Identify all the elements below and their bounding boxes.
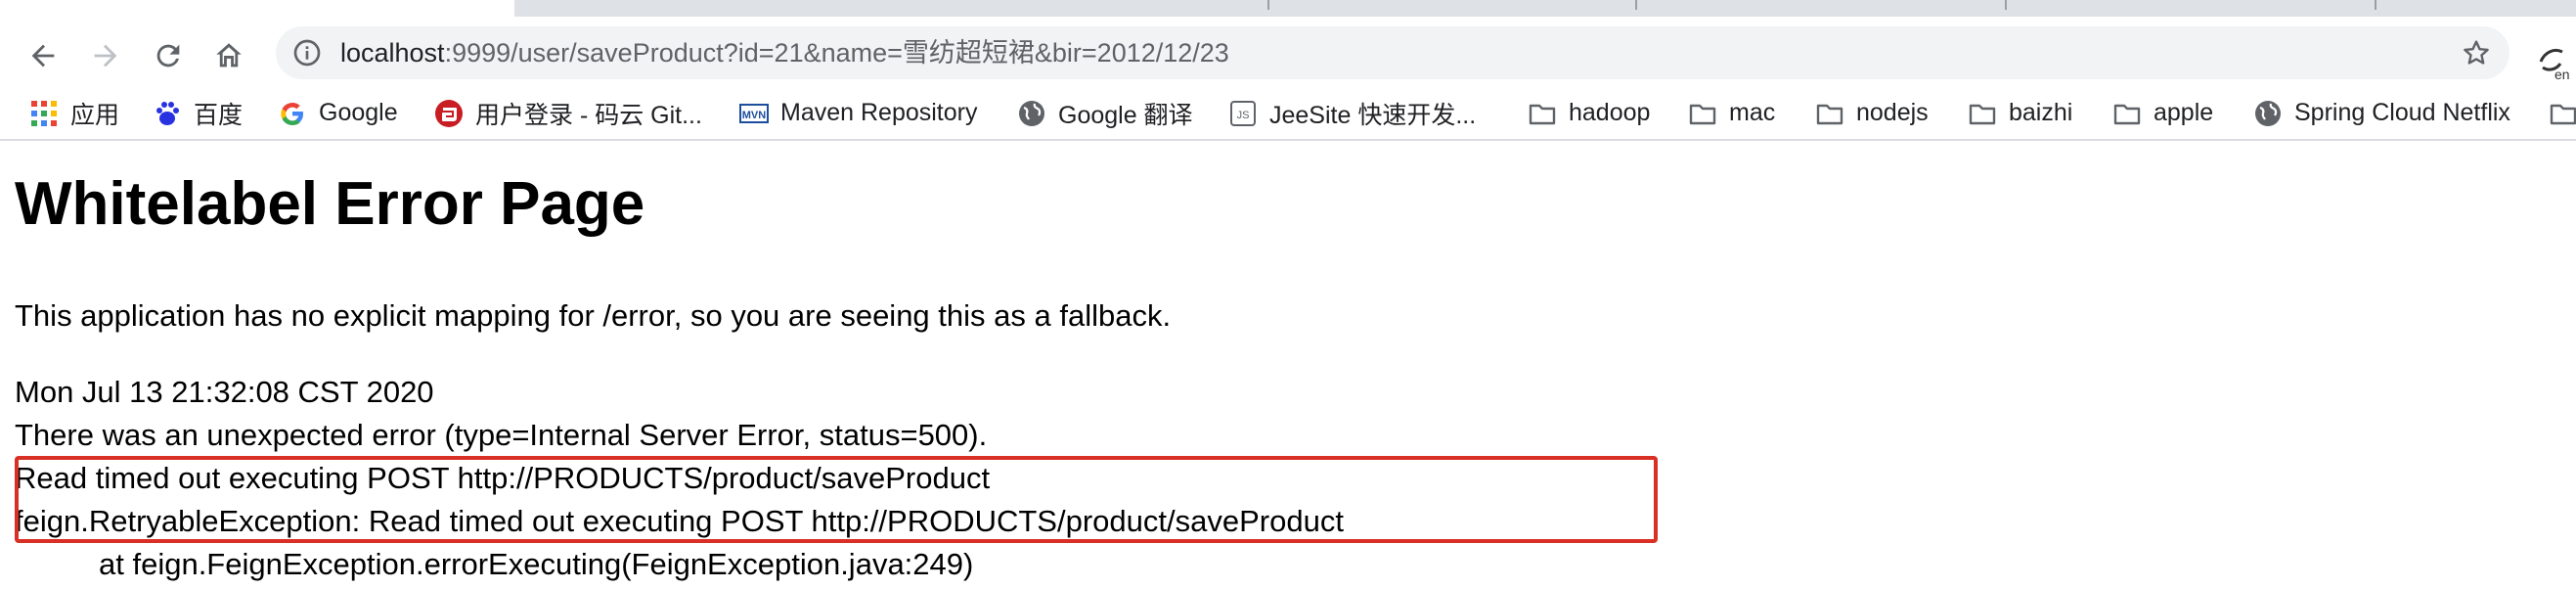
- bookmark-label: Maven Repository: [780, 99, 978, 126]
- address-bar[interactable]: localhost:9999/user/saveProduct?id=21&na…: [276, 26, 2509, 79]
- home-button[interactable]: [207, 34, 250, 77]
- tab-separator: [2375, 0, 2376, 10]
- bookmark-label: nodejs: [1856, 99, 1929, 126]
- globe-icon: [2255, 100, 2281, 126]
- bookmark-folder-nodejs[interactable]: nodejs: [1815, 87, 1929, 139]
- translate-extension-icon[interactable]: en: [2535, 38, 2576, 81]
- forward-button[interactable]: [84, 34, 127, 77]
- folder-icon: [1816, 104, 1843, 124]
- bookmark-label: baizhi: [2009, 99, 2073, 126]
- reload-button[interactable]: [147, 34, 190, 77]
- gitee-icon: [435, 99, 463, 127]
- back-arrow-icon: [31, 44, 55, 68]
- star-icon[interactable]: [2461, 37, 2492, 68]
- tab-separator: [2005, 0, 2007, 10]
- svg-text:en: en: [2554, 67, 2570, 81]
- stack-trace-line: at feign.FeignException.errorExecuting(F…: [99, 547, 974, 581]
- info-icon[interactable]: [291, 37, 323, 68]
- bookmark-folder-baizhi[interactable]: baizhi: [1968, 87, 2072, 139]
- bookmark-label: 用户登录 - 码云 Git...: [475, 101, 702, 129]
- url-text[interactable]: localhost:9999/user/saveProduct?id=21&na…: [340, 26, 1229, 79]
- bookmark-google[interactable]: Google: [278, 87, 398, 139]
- apps-grid-icon: [31, 100, 57, 126]
- bookmark-label: hadoop: [1569, 99, 1651, 126]
- bookmarks-bar: 应用 百度 Google 用户登录 - 码云 Git... MVN Maven …: [0, 87, 2576, 141]
- google-g-icon: [281, 102, 303, 125]
- bookmark-apps[interactable]: 应用: [29, 87, 119, 139]
- js-icon: JS: [1230, 100, 1256, 126]
- bookmark-google-translate[interactable]: Google 翻译: [1017, 87, 1193, 139]
- back-button[interactable]: [22, 34, 65, 77]
- folder-icon: [1969, 104, 1996, 124]
- reload-icon: [156, 44, 180, 68]
- bookmark-label: 应用: [70, 101, 120, 129]
- bookmark-gitee[interactable]: 用户登录 - 码云 Git...: [434, 87, 702, 139]
- url-path: :9999/user/saveProduct?id=21&name=雪纺超短裙&…: [444, 38, 1229, 68]
- bookmark-label: apple: [2154, 99, 2214, 126]
- bookmark-label: Google: [319, 99, 398, 126]
- bookmark-folder-overflow[interactable]: [2549, 87, 2576, 139]
- bookmark-label: Spring Cloud Netflix: [2294, 99, 2510, 126]
- bookmark-label: JeeSite 快速开发...: [1269, 101, 1477, 129]
- bookmark-folder-hadoop[interactable]: hadoop: [1528, 87, 1650, 139]
- active-tab[interactable]: [0, 0, 514, 17]
- tab-strip: [0, 0, 2576, 17]
- error-description: This application has no explicit mapping…: [15, 298, 1172, 333]
- bookmark-jeesite[interactable]: JS JeeSite 快速开发...: [1228, 87, 1476, 139]
- tab-separator: [1635, 0, 1637, 10]
- maven-icon: MVN: [739, 103, 769, 123]
- folder-icon: [1529, 104, 1556, 124]
- folder-icon: [2113, 104, 2141, 124]
- bookmark-label: mac: [1729, 99, 1776, 126]
- bookmark-folder-apple[interactable]: apple: [2112, 87, 2213, 139]
- globe-icon: [1019, 100, 1044, 126]
- highlight-annotation-box: [15, 456, 1658, 543]
- bookmark-label: Google 翻译: [1058, 101, 1193, 129]
- bookmark-maven[interactable]: MVN Maven Repository: [739, 87, 977, 139]
- page-title: Whitelabel Error Page: [15, 170, 645, 238]
- home-icon: [216, 43, 242, 68]
- bookmark-label: 百度: [194, 101, 244, 129]
- baidu-paw-icon: [156, 101, 179, 125]
- browser-toolbar: localhost:9999/user/saveProduct?id=21&na…: [0, 17, 2576, 87]
- forward-arrow-icon: [94, 44, 117, 68]
- folder-icon: [1689, 104, 1716, 124]
- bookmark-baidu[interactable]: 百度: [153, 87, 243, 139]
- tab-separator: [1267, 0, 1269, 10]
- error-status-line: There was an unexpected error (type=Inte…: [15, 418, 988, 452]
- url-host: localhost: [340, 38, 445, 68]
- svg-text:MVN: MVN: [742, 110, 767, 121]
- bookmark-spring-cloud-netflix[interactable]: Spring Cloud Netflix: [2253, 87, 2510, 139]
- error-timestamp: Mon Jul 13 21:32:08 CST 2020: [15, 375, 434, 409]
- folder-icon: [2550, 104, 2576, 124]
- svg-text:JS: JS: [1237, 110, 1250, 121]
- bookmark-folder-mac[interactable]: mac: [1688, 87, 1775, 139]
